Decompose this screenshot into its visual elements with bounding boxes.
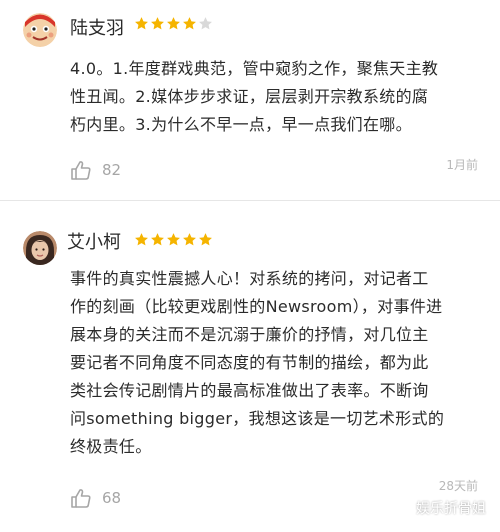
review-text-line: 类社会传记剧情片的最高标准做出了表率。不断询 — [70, 381, 429, 400]
user-name[interactable]: 艾小柯 — [67, 232, 121, 254]
wechat-icon — [388, 499, 410, 517]
review-card: 陆支羽 4.0。1.年度群戏典范，管中窥豹之作，聚焦天主教 性丑闻。2.媒体步步… — [0, 0, 500, 190]
review-text-line: 性丑闻。2.媒体步步求证，层层剥开宗教系统的腐 — [70, 87, 429, 106]
like-button[interactable]: 68 — [70, 488, 121, 508]
star-icon — [135, 17, 148, 30]
star-icon — [183, 233, 196, 246]
review-text-line: 要记者不同角度不同态度的有节制的描绘，都为此 — [70, 353, 429, 372]
star-rating — [134, 16, 213, 31]
like-button[interactable]: 82 — [70, 160, 121, 180]
watermark-text: 娱乐折骨姐 — [416, 501, 486, 517]
review-text-line: 作的刻画（比较更戏剧性的Newsroom），对事件进 — [70, 297, 443, 316]
like-count: 68 — [102, 489, 122, 507]
star-icon — [151, 17, 164, 30]
like-count: 82 — [102, 161, 122, 179]
star-icon — [135, 233, 148, 246]
thumbs-up-icon — [70, 488, 92, 508]
review-time: 28天前 — [438, 479, 478, 493]
star-rating — [134, 232, 213, 247]
review-text-line: 朽内里。3.为什么不早一点，早一点我们在哪。 — [70, 115, 412, 134]
avatar[interactable] — [23, 13, 57, 47]
star-icon — [151, 233, 164, 246]
user-name[interactable]: 陆支羽 — [70, 18, 124, 40]
review-text: 事件的真实性震撼人心！对系统的拷问，对记者工 作的刻画（比较更戏剧性的Newsr… — [70, 265, 480, 461]
star-icon — [167, 17, 180, 30]
watermark: 娱乐折骨姐 — [388, 498, 486, 518]
thumbs-up-icon — [70, 160, 92, 180]
review-card: 艾小柯 事件的真实性震撼人心！对系统的拷问，对记者工 作的刻画（比较更戏剧性的N… — [0, 220, 500, 532]
photo-avatar — [23, 231, 57, 265]
star-icon — [167, 233, 180, 246]
review-text-line: 终极责任。 — [70, 437, 152, 456]
avatar[interactable] — [23, 231, 57, 265]
star-icon — [199, 233, 212, 246]
review-text-line: 4.0。1.年度群戏典范，管中窥豹之作，聚焦天主教 — [70, 59, 439, 78]
star-icon — [183, 17, 196, 30]
review-text-line: 问something bigger，我想这该是一切艺术形式的 — [70, 409, 445, 428]
star-empty-icon — [199, 17, 212, 30]
divider — [0, 200, 500, 201]
review-text-line: 事件的真实性震撼人心！对系统的拷问，对记者工 — [70, 269, 429, 288]
cartoon-face-avatar — [23, 13, 57, 47]
review-text-line: 展本身的关注而不是沉溺于廉价的抒情，对几位主 — [70, 325, 429, 344]
review-text: 4.0。1.年度群戏典范，管中窥豹之作，聚焦天主教 性丑闻。2.媒体步步求证，层… — [70, 55, 480, 139]
review-time: 1月前 — [446, 158, 478, 172]
